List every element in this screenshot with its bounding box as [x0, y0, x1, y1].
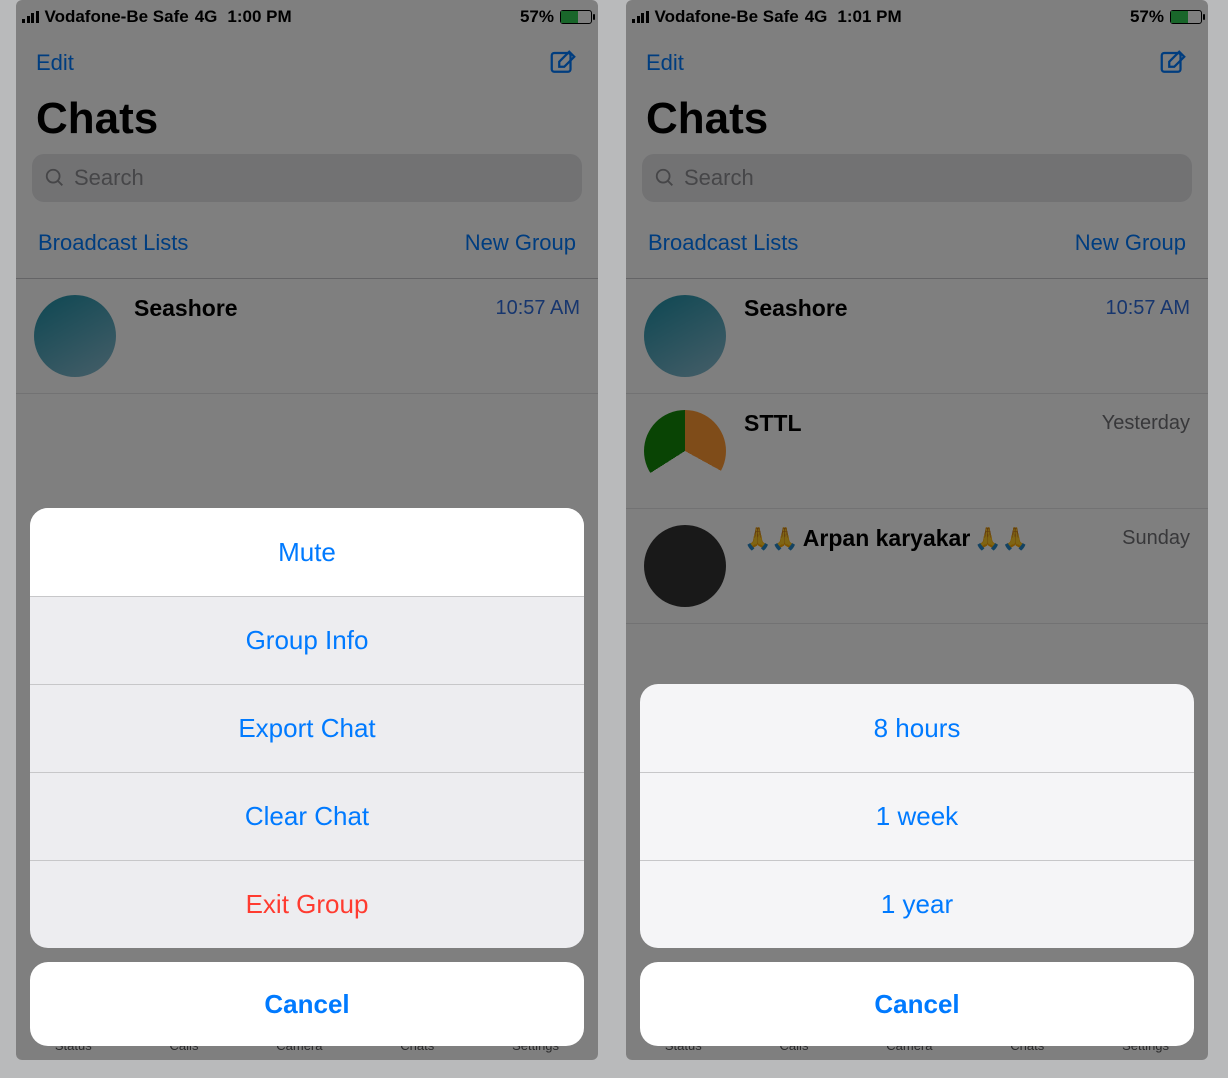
phone-right: Vodafone-Be Safe 4G 1:01 PM 57% Edit Cha…: [626, 0, 1208, 1060]
sheet-export-chat[interactable]: Export Chat: [30, 684, 584, 772]
sheet-mute[interactable]: Mute: [30, 508, 584, 596]
sheet-group-info[interactable]: Group Info: [30, 596, 584, 684]
phone-left: Vodafone-Be Safe 4G 1:00 PM 57% Edit Cha…: [16, 0, 598, 1060]
sheet-1-week[interactable]: 1 week: [640, 772, 1194, 860]
sheet-8-hours[interactable]: 8 hours: [640, 684, 1194, 772]
action-sheet: Mute Group Info Export Chat Clear Chat E…: [30, 508, 584, 948]
sheet-cancel[interactable]: Cancel: [30, 962, 584, 1046]
sheet-1-year[interactable]: 1 year: [640, 860, 1194, 948]
sheet-exit-group[interactable]: Exit Group: [30, 860, 584, 948]
action-sheet: 8 hours 1 week 1 year: [640, 684, 1194, 948]
sheet-clear-chat[interactable]: Clear Chat: [30, 772, 584, 860]
sheet-cancel[interactable]: Cancel: [640, 962, 1194, 1046]
